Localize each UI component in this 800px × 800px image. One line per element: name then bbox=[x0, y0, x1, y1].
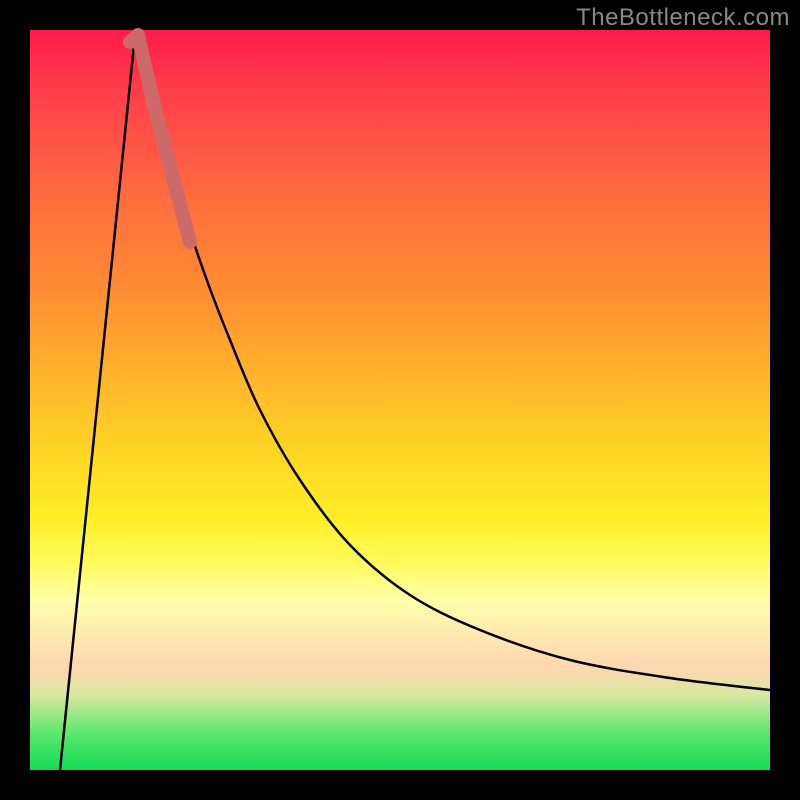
chart-frame: TheBottleneck.com bbox=[0, 0, 800, 800]
plot-area bbox=[30, 30, 770, 770]
series-highlight-segment bbox=[130, 35, 190, 242]
series-main-curve bbox=[135, 35, 770, 690]
chart-svg bbox=[30, 30, 770, 770]
series-left-descent bbox=[60, 35, 135, 770]
watermark-text: TheBottleneck.com bbox=[576, 4, 790, 32]
